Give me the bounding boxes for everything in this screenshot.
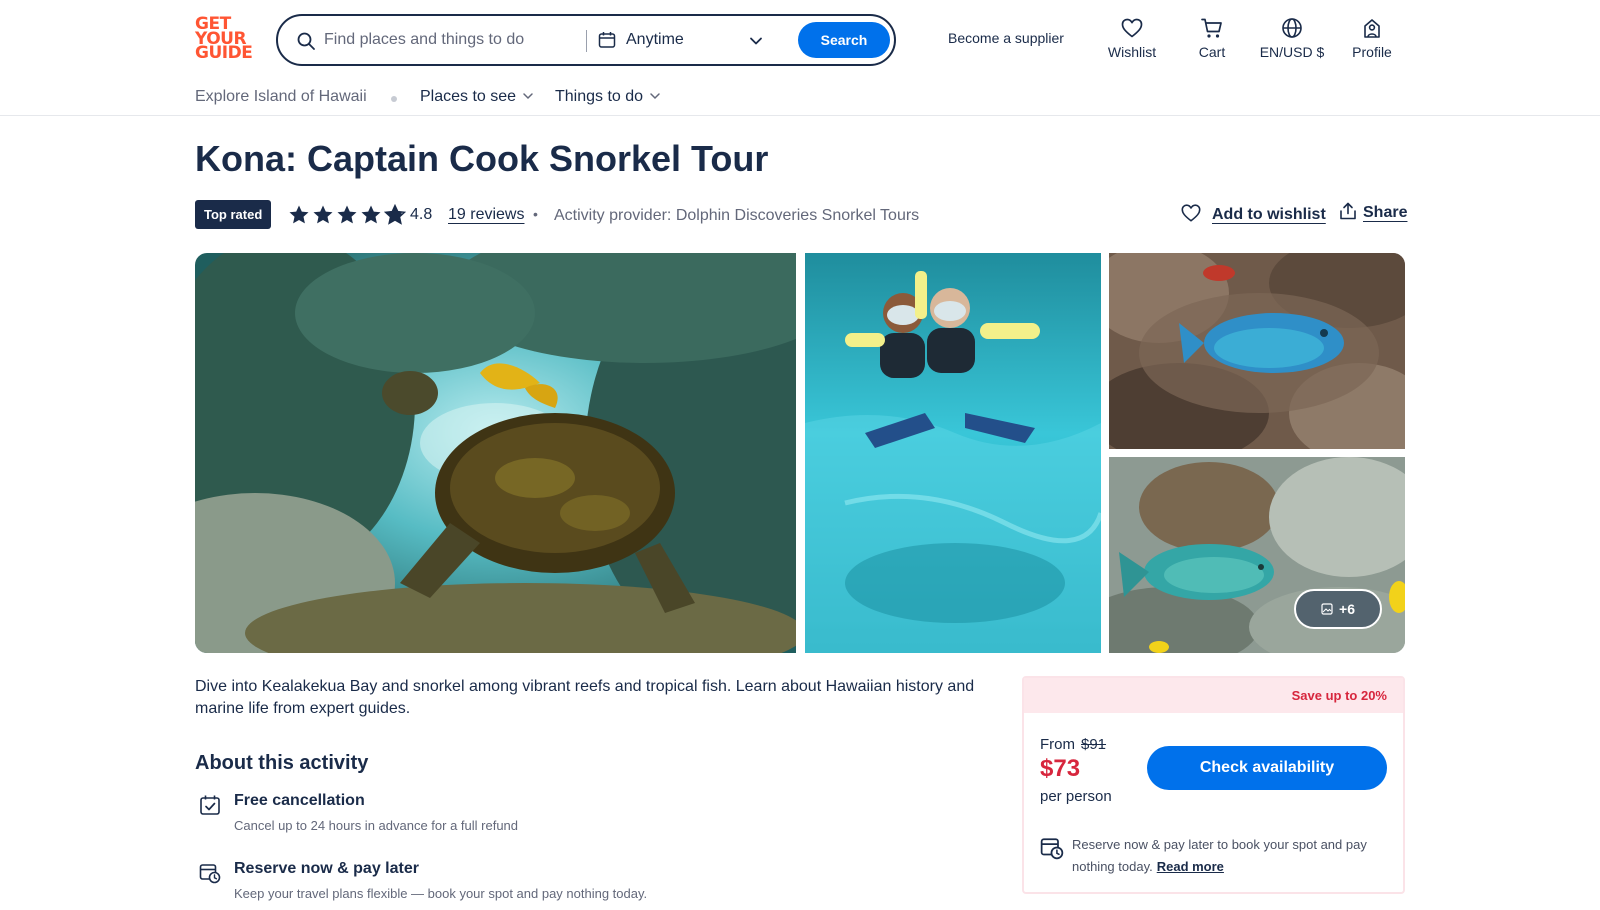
activity-description: Dive into Kealakekua Bay and snorkel amo… <box>195 678 975 717</box>
nav-profile[interactable]: Profile <box>1346 16 1398 64</box>
save-text: Save up to 20% <box>1291 688 1387 703</box>
activity-provider[interactable]: Activity provider: Dolphin Discoveries S… <box>554 207 919 225</box>
star-full-icon <box>313 205 333 224</box>
nav-language-currency[interactable]: EN/USD $ <box>1256 16 1328 64</box>
from-price-row: From $91 <box>1040 736 1106 753</box>
rating-value: 4.8 <box>410 206 433 223</box>
subnav-separator <box>391 96 397 102</box>
search-button[interactable]: Search <box>798 22 890 58</box>
image-icon <box>1321 603 1333 615</box>
calendar-check-icon <box>200 795 220 815</box>
top-rated-badge: Top rated <box>195 200 272 229</box>
reserve-later-icon <box>199 864 221 884</box>
profile-icon <box>1364 19 1380 38</box>
activity-meta-row: Top rated 4.8 19 reviews • Activity prov… <box>195 200 1407 230</box>
calendar-icon <box>598 32 616 48</box>
nav-language-label: EN/USD $ <box>1259 44 1325 60</box>
explore-destination-link[interactable]: Explore Island of Hawaii <box>195 88 367 106</box>
subnav-things-label: Things to do <box>555 88 644 105</box>
add-to-wishlist-button[interactable]: Add to wishlist <box>1180 202 1326 228</box>
chevron-down-icon <box>750 37 762 45</box>
search-divider <box>586 30 587 52</box>
sea-turtle-photo <box>195 253 796 653</box>
gallery-photo-parrotfish-blue[interactable] <box>1109 253 1405 449</box>
site-header: GET YOUR GUIDE Anytime Search Become a s… <box>0 0 1600 116</box>
chevron-down-icon <box>650 93 660 100</box>
feature-free-cancellation: Free cancellation Cancel up to 24 hours … <box>195 792 895 842</box>
share-button[interactable]: Share <box>1339 202 1407 228</box>
meta-separator: • <box>533 206 538 222</box>
feature-description: Cancel up to 24 hours in advance for a f… <box>234 818 519 833</box>
heart-icon <box>1121 18 1143 38</box>
from-label: From <box>1040 736 1075 753</box>
check-availability-button[interactable]: Check availability <box>1147 746 1387 790</box>
gallery-photo-snorkelers[interactable] <box>805 253 1101 653</box>
share-label: Share <box>1363 204 1408 221</box>
booking-card: Save up to 20% From $91 $73 per person Ch… <box>1022 676 1405 894</box>
search-icon <box>297 32 315 50</box>
getyourguide-logo[interactable]: GET YOUR GUIDE <box>195 16 253 63</box>
nav-cart[interactable]: Cart <box>1192 16 1232 64</box>
subnav-things-to-do[interactable]: Things to do <box>555 88 661 106</box>
save-banner: Save up to 20% <box>1024 678 1403 713</box>
rating-stars <box>288 203 408 226</box>
gallery-photo-sea-turtle[interactable] <box>195 253 796 653</box>
reserve-later-icon <box>1040 838 1064 860</box>
feature-title: Free cancellation <box>234 792 365 809</box>
search-bar: Anytime Search <box>276 14 896 66</box>
nav-profile-label: Profile <box>1352 44 1392 60</box>
heart-icon <box>1181 204 1201 222</box>
reviews-link[interactable]: 19 reviews <box>448 206 524 224</box>
read-more-link[interactable]: Read more <box>1157 859 1224 874</box>
nav-wishlist-label: Wishlist <box>1107 44 1157 60</box>
current-price: $73 <box>1040 755 1081 782</box>
cart-icon <box>1201 18 1222 38</box>
feature-title: Reserve now & pay later <box>234 860 419 877</box>
star-partial-icon <box>383 203 407 225</box>
blue-parrotfish-photo <box>1109 253 1405 449</box>
star-full-icon <box>337 205 357 224</box>
subnav-places-label: Places to see <box>420 88 517 105</box>
chevron-down-icon <box>523 93 533 100</box>
star-full-icon <box>289 205 309 224</box>
more-photos-count: +6 <box>1339 601 1355 617</box>
add-to-wishlist-label: Add to wishlist <box>1212 206 1326 223</box>
globe-icon <box>1282 18 1302 38</box>
page-title: Kona: Captain Cook Snorkel Tour <box>195 138 769 179</box>
search-input[interactable] <box>324 24 574 56</box>
date-picker[interactable]: Anytime <box>598 24 773 56</box>
more-photos-button[interactable]: +6 <box>1294 589 1382 629</box>
date-label: Anytime <box>626 31 684 48</box>
original-price: $91 <box>1081 736 1107 753</box>
nav-wishlist[interactable]: Wishlist <box>1104 16 1160 64</box>
about-activity-heading: About this activity <box>195 752 369 774</box>
feature-reserve-pay-later: Reserve now & pay later Keep your travel… <box>195 860 895 910</box>
feature-description: Keep your travel plans flexible — book y… <box>234 886 648 901</box>
reserve-pay-later-info: Reserve now & pay later to book your spo… <box>1072 834 1392 878</box>
photo-gallery: +6 <box>195 253 1405 653</box>
nav-cart-label: Cart <box>1198 44 1226 60</box>
star-full-icon <box>361 205 381 224</box>
subnav-places-to-see[interactable]: Places to see <box>420 88 534 106</box>
become-supplier-link[interactable]: Become a supplier <box>948 30 1064 46</box>
snorkelers-photo <box>805 253 1101 653</box>
per-person-label: per person <box>1040 788 1112 805</box>
share-icon <box>1340 202 1356 220</box>
